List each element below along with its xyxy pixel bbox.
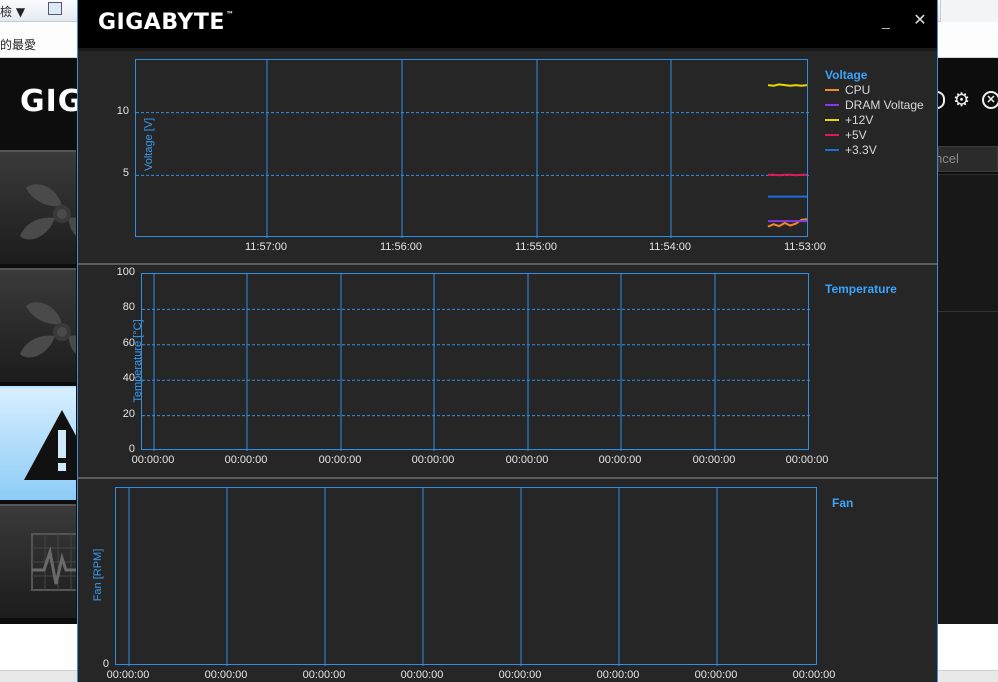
voltage-x-tick-label: 11:55:00 <box>514 241 557 253</box>
monitor-graph-icon <box>31 533 76 591</box>
fan-axis-label: Fan [RPM] <box>92 548 104 602</box>
hardware-monitor-window: GIGABYTE™ _ ✕ Voltage [V] 5 10 11:57:00 11… <box>77 0 938 682</box>
temperature-x-tick-label: 00:00:00 <box>224 454 268 466</box>
toolbar-left-arrow: ▼ <box>15 5 26 19</box>
sidebar-tile-alert[interactable] <box>0 386 76 500</box>
voltage-x-tick-label: 11:57:00 <box>244 241 287 253</box>
legend-label: DRAM Voltage <box>845 98 924 112</box>
temperature-legend-title: Temperature <box>825 282 897 296</box>
legend-swatch <box>825 104 839 106</box>
voltage-panel: Voltage [V] 5 10 11:57:00 11:56:00 11:55:00… <box>78 51 937 263</box>
info-icon[interactable] <box>937 91 945 109</box>
voltage-series--5v <box>768 173 807 177</box>
fan-x-tick-label: 00:00:00 <box>498 669 542 681</box>
toolbar-left-label: 檢 <box>0 5 13 19</box>
voltage-plot <box>135 59 809 238</box>
sidebar-tile-fan-1[interactable] <box>0 150 76 264</box>
legend-swatch <box>825 149 839 151</box>
legend-label: CPU <box>845 83 871 97</box>
close-circle-icon[interactable]: ✕ <box>982 91 998 109</box>
panel-divider <box>938 311 998 312</box>
legend-label: +3.3V <box>845 143 877 157</box>
sidebar-tile-monitor[interactable] <box>0 504 76 618</box>
sidebar-tile-fan-2[interactable] <box>0 268 76 382</box>
page-icon <box>48 2 62 15</box>
fan-x-tick-label: 00:00:00 <box>792 669 836 681</box>
app-logo: GIG <box>20 84 84 119</box>
app-header-icons: ⚙ ✕ <box>937 90 998 112</box>
fan-x-tick-label: 00:00:00 <box>400 669 444 681</box>
cancel-label: ncel <box>935 151 959 166</box>
fan-x-tick-label: 00:00:00 <box>106 669 150 681</box>
cancel-button[interactable]: ncel <box>935 146 998 172</box>
legend-swatch <box>825 89 839 91</box>
voltage-y-tick-label: 10 <box>116 104 129 117</box>
fan-icon <box>20 184 76 240</box>
voltage-x-tick-label: 11:54:00 <box>648 241 691 253</box>
voltage-x-tick-label: 11:56:00 <box>379 241 422 253</box>
voltage-legend-title: Voltage <box>825 68 868 82</box>
temperature-plot-svg <box>142 274 810 451</box>
legend-label: +5V <box>845 128 867 142</box>
temperature-x-tick-label: 00:00:00 <box>318 454 362 466</box>
voltage-x-tick-label: 11:53:00 <box>783 241 826 253</box>
temperature-x-tick-label: 00:00:00 <box>785 454 829 466</box>
temperature-y-tick-label: 80 <box>122 301 135 314</box>
temperature-panel: Temperature [°C] 0 20 40 60 80 100 00:00:00 00… <box>78 265 937 477</box>
temperature-plot <box>141 273 810 451</box>
temperature-y-tick-label: 60 <box>122 336 135 349</box>
gear-icon[interactable]: ⚙ <box>953 90 970 112</box>
temperature-x-tick-label: 00:00:00 <box>598 454 642 466</box>
fan-x-tick-label: 00:00:00 <box>204 669 248 681</box>
temperature-x-tick-label: 00:00:00 <box>411 454 455 466</box>
temperature-x-tick-label: 00:00:00 <box>131 454 175 466</box>
fan-icon <box>20 302 76 358</box>
voltage-plot-svg <box>136 60 809 238</box>
voltage-y-tick-label: 5 <box>122 167 129 180</box>
legend-label: +12V <box>845 113 874 127</box>
fan-panel: Fan [RPM] 0 00:00:00 00:00:00 00:00:00 00:0… <box>78 479 937 682</box>
temperature-y-tick-label: 100 <box>116 266 135 278</box>
temperature-y-tick-label: 40 <box>122 372 135 385</box>
legend-swatch <box>825 134 839 136</box>
toolbar-right-area <box>940 0 998 22</box>
favorites-label[interactable]: 的最愛 <box>0 36 36 53</box>
fan-x-tick-label: 00:00:00 <box>694 669 738 681</box>
brand-logo: GIGABYTE™ <box>98 10 234 35</box>
app-right-panel <box>938 174 998 624</box>
temperature-y-tick-label: 20 <box>122 407 135 420</box>
fan-x-tick-label: 00:00:00 <box>302 669 346 681</box>
window-titlebar[interactable]: GIGABYTE™ _ ✕ <box>78 0 937 48</box>
brand-trademark: ™ <box>225 10 235 19</box>
brand-text: GIGABYTE <box>98 10 225 35</box>
fan-plot <box>115 487 817 666</box>
toolbar-menu-right[interactable] <box>48 1 64 15</box>
voltage-series--12v <box>767 83 808 87</box>
fan-legend-title: Fan <box>832 496 854 510</box>
toolbar-menu-left[interactable]: 檢 ▼ <box>0 3 25 20</box>
close-button[interactable]: ✕ <box>911 10 929 32</box>
legend-swatch <box>825 119 839 121</box>
temperature-x-tick-label: 00:00:00 <box>692 454 736 466</box>
fan-plot-svg <box>128 488 718 666</box>
fan-x-tick-label: 00:00:00 <box>596 669 640 681</box>
temperature-x-tick-label: 00:00:00 <box>505 454 549 466</box>
warning-icon <box>24 410 76 480</box>
minimize-button[interactable]: _ <box>878 12 894 30</box>
